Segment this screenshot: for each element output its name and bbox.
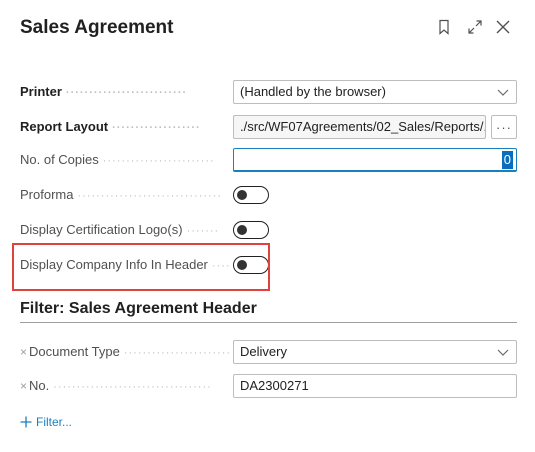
document-type-select[interactable]: Delivery	[233, 340, 517, 364]
report-layout-row: Report Layout ··················· ./src/W…	[20, 115, 517, 141]
filter-section-title: Filter: Sales Agreement Header	[20, 300, 257, 317]
printer-select[interactable]: (Handled by the browser)	[233, 80, 517, 104]
bookmark-icon[interactable]	[434, 17, 454, 37]
chevron-down-icon	[497, 89, 509, 96]
section-divider	[20, 322, 517, 323]
report-layout-lookup-button[interactable]: ···	[491, 115, 517, 139]
expand-icon[interactable]	[465, 17, 485, 37]
add-filter-link[interactable]: Filter...	[20, 415, 72, 429]
proforma-label: Proforma ·······························	[20, 187, 223, 202]
no-row: × No. ·································· D…	[20, 374, 517, 400]
printer-row: Printer ·························· (Handl…	[20, 80, 517, 106]
copies-label: No. of Copies ························	[20, 152, 215, 167]
cert-logo-row: Display Certification Logo(s) ·······	[20, 218, 517, 244]
proforma-toggle[interactable]	[233, 186, 269, 204]
report-layout-label: Report Layout ···················	[20, 119, 201, 134]
copies-row: No. of Copies ························ 0	[20, 148, 517, 174]
proforma-row: Proforma ·······························	[20, 183, 517, 209]
highlight-box	[12, 243, 270, 291]
copies-value: 0	[501, 151, 513, 169]
remove-filter-icon[interactable]: ×	[20, 379, 27, 393]
document-type-label: × Document Type ·······················	[20, 344, 232, 359]
cert-logo-label: Display Certification Logo(s) ·······	[20, 222, 220, 237]
close-icon[interactable]	[493, 17, 513, 37]
chevron-down-icon	[497, 349, 509, 356]
report-layout-field[interactable]: ./src/WF07Agreements/02_Sales/Reports/..…	[233, 115, 486, 139]
plus-icon	[20, 416, 32, 428]
dialog-title: Sales Agreement	[20, 17, 174, 38]
remove-filter-icon[interactable]: ×	[20, 345, 27, 359]
printer-label: Printer ··························	[20, 84, 188, 99]
copies-input[interactable]: 0	[233, 148, 517, 172]
document-type-row: × Document Type ······················· De…	[20, 340, 517, 366]
no-input[interactable]: DA2300271	[233, 374, 517, 398]
no-label: × No. ··································	[20, 378, 212, 393]
cert-logo-toggle[interactable]	[233, 221, 269, 239]
